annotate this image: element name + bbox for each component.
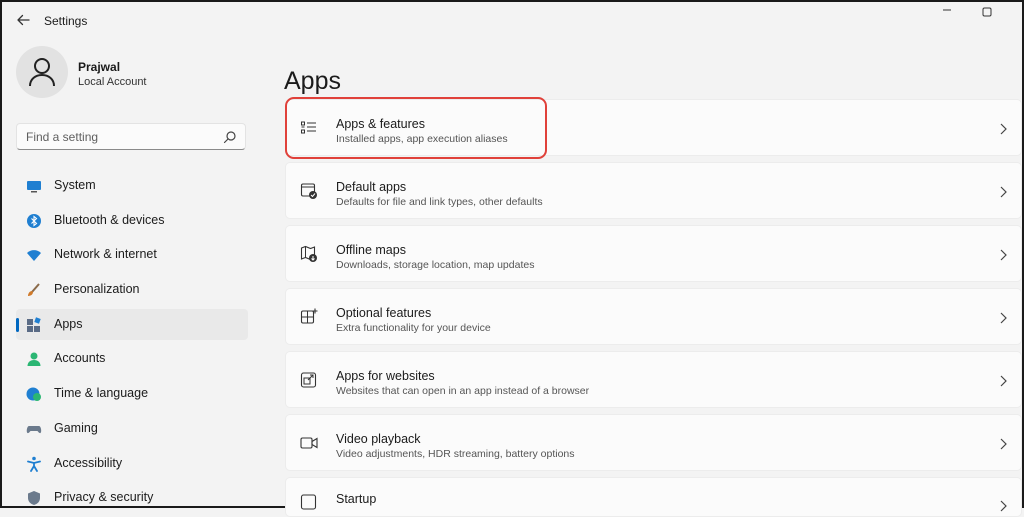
maximize-button[interactable] (976, 4, 998, 22)
monitor-icon (27, 181, 41, 193)
default-apps-icon (300, 183, 317, 199)
sidebar-item-label: Accessibility (54, 455, 123, 470)
apps-icon (27, 317, 41, 332)
title-bar: Settings (2, 2, 1022, 36)
sidebar-item-label: Gaming (54, 420, 98, 435)
person-icon (27, 352, 41, 367)
sidebar-item-label: Personalization (54, 282, 140, 297)
card-apps-for-websites[interactable]: Apps for websites Websites that can open… (285, 351, 1022, 408)
list-icon (301, 121, 316, 134)
card-title: Startup (336, 492, 377, 506)
avatar (16, 46, 68, 98)
account-type: Local Account (78, 76, 147, 88)
sidebar-item-label: Apps (54, 316, 83, 331)
chevron-right-icon (1000, 312, 1007, 324)
card-title: Video playback (336, 432, 421, 446)
startup-icon (300, 494, 317, 510)
page-title: Apps (284, 66, 341, 95)
sidebar-nav: System Bluetooth & devices Network & int… (16, 170, 248, 517)
card-subtitle: Websites that can open in an app instead… (336, 385, 590, 397)
card-apps-features[interactable]: Apps & features Installed apps, app exec… (285, 99, 1022, 156)
gamepad-icon (26, 425, 42, 433)
open-in-app-icon (300, 372, 317, 388)
search-input[interactable]: Find a setting (16, 123, 246, 150)
sidebar-item-label: Bluetooth & devices (54, 212, 165, 227)
map-download-icon (300, 245, 317, 262)
card-startup[interactable]: Startup (285, 477, 1022, 517)
card-title: Offline maps (336, 243, 406, 257)
video-icon (300, 437, 318, 449)
shield-icon (28, 491, 40, 506)
card-subtitle: Extra functionality for your device (336, 322, 491, 334)
user-name: Prajwal (78, 60, 121, 74)
minimize-button[interactable] (936, 4, 958, 22)
sidebar-item-personalization[interactable]: Personalization (16, 274, 248, 305)
sidebar-item-label: Privacy & security (54, 490, 154, 505)
sidebar-item-bluetooth[interactable]: Bluetooth & devices (16, 205, 248, 236)
card-title: Apps & features (336, 117, 425, 131)
add-feature-icon (300, 308, 318, 324)
card-title: Default apps (336, 180, 407, 194)
sidebar-item-label: Time & language (54, 386, 149, 401)
card-subtitle: Installed apps, app execution aliases (336, 133, 508, 145)
search-placeholder: Find a setting (26, 130, 99, 144)
sidebar-item-privacy[interactable]: Privacy & security (16, 482, 248, 513)
sidebar-item-system[interactable]: System (16, 170, 248, 201)
card-default-apps[interactable]: Default apps Defaults for file and link … (285, 162, 1022, 219)
sidebar-item-network[interactable]: Network & internet (16, 239, 248, 270)
card-offline-maps[interactable]: Offline maps Downloads, storage location… (285, 225, 1022, 282)
chevron-right-icon (1000, 438, 1007, 450)
accessibility-icon (27, 456, 41, 472)
app-title: Settings (44, 14, 88, 28)
back-arrow-icon (17, 14, 30, 26)
card-subtitle: Downloads, storage location, map updates (336, 259, 535, 271)
sidebar-item-label: System (54, 178, 96, 192)
card-subtitle: Defaults for file and link types, other … (336, 196, 543, 208)
chevron-right-icon (1000, 186, 1007, 198)
user-profile[interactable]: Prajwal Local Account (16, 46, 256, 102)
brush-icon (28, 283, 40, 297)
card-title: Optional features (336, 306, 432, 320)
search-icon[interactable] (223, 130, 237, 144)
card-title: Apps for websites (336, 369, 435, 383)
globe-clock-icon (26, 387, 41, 402)
sidebar-item-label: Accounts (54, 351, 106, 366)
card-optional-features[interactable]: Optional features Extra functionality fo… (285, 288, 1022, 345)
chevron-right-icon (1000, 500, 1007, 512)
back-button[interactable] (14, 11, 32, 29)
chevron-right-icon (1000, 123, 1007, 135)
sidebar-item-gaming[interactable]: Gaming (16, 413, 248, 444)
sidebar-item-accessibility[interactable]: Accessibility (16, 448, 248, 479)
chevron-right-icon (1000, 375, 1007, 387)
chevron-right-icon (1000, 249, 1007, 261)
sidebar-item-label: Network & internet (54, 247, 157, 262)
card-video-playback[interactable]: Video playback Video adjustments, HDR st… (285, 414, 1022, 471)
maximize-icon (982, 7, 992, 17)
minimize-icon (943, 9, 951, 11)
sidebar-item-accounts[interactable]: Accounts (16, 343, 248, 374)
person-avatar-icon (29, 58, 55, 87)
sidebar-item-time-language[interactable]: Time & language (16, 378, 248, 409)
wifi-icon (27, 250, 41, 262)
bluetooth-icon (27, 213, 41, 228)
card-subtitle: Video adjustments, HDR streaming, batter… (336, 448, 575, 460)
sidebar-item-apps[interactable]: Apps (16, 308, 248, 340)
